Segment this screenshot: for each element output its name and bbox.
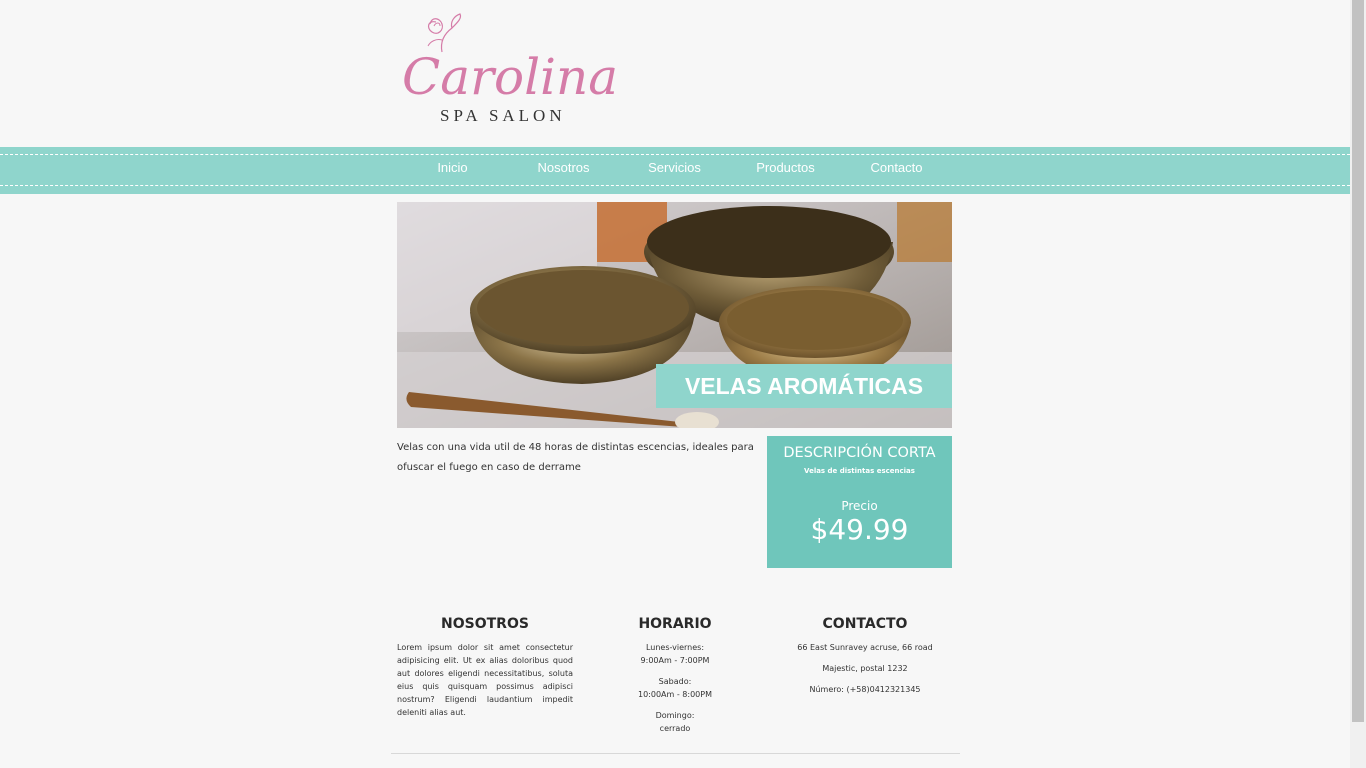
main-nav: Inicio Nosotros Servicios Productos Cont… [0, 147, 1350, 194]
schedule-hours: cerrado [659, 724, 691, 733]
site-logo[interactable]: Carolina SPA SALON [398, 12, 618, 130]
schedule-hours: 9:00Am - 7:00PM [640, 656, 710, 665]
contact-address: 66 East Sunravey acruse, 66 road [797, 643, 933, 652]
nav-item-productos[interactable]: Productos [730, 160, 841, 175]
contact-phone[interactable]: Número: (+58)0412321345 [776, 683, 954, 696]
contact-city: Majestic, postal 1232 [822, 664, 908, 673]
short-description-text: Velas de distintas escencias [804, 467, 915, 475]
footer-contacto: CONTACTO 66 East Sunravey acruse, 66 roa… [776, 616, 954, 704]
schedule-day: Lunes-viernes: [645, 643, 705, 652]
footer-nosotros-title: NOSOTROS [441, 616, 529, 632]
schedule-saturday: Sabado: 10:00Am - 8:00PM [600, 675, 750, 701]
price-box: DESCRIPCIÓN CORTA Velas de distintas esc… [767, 436, 952, 568]
footer-nosotros: NOSOTROS Lorem ipsum dolor sit amet cons… [397, 616, 573, 719]
schedule-hours: 10:00Am - 8:00PM [638, 690, 712, 699]
product-title: VELAS AROMÁTICAS [656, 364, 952, 408]
product-hero-image: VELAS AROMÁTICAS [397, 202, 952, 428]
logo-subtitle: SPA SALON [440, 106, 566, 125]
logo-name: Carolina [402, 48, 619, 106]
schedule-day: Domingo: [655, 711, 695, 720]
short-description-title: DESCRIPCIÓN CORTA [783, 445, 936, 461]
nav-item-nosotros[interactable]: Nosotros [508, 160, 619, 175]
nav-item-inicio[interactable]: Inicio [397, 160, 508, 175]
schedule-weekdays: Lunes-viernes: 9:00Am - 7:00PM [600, 641, 750, 667]
footer-contacto-title: CONTACTO [822, 616, 908, 632]
scrollbar-thumb[interactable] [1352, 0, 1364, 722]
footer-horario-title: HORARIO [638, 616, 712, 632]
product-description: Velas con una vida util de 48 horas de d… [397, 442, 754, 473]
page-scrollbar[interactable] [1350, 0, 1366, 768]
footer-divider [391, 753, 960, 754]
nav-item-contacto[interactable]: Contacto [841, 160, 952, 175]
price-value: $49.99 [810, 513, 909, 546]
footer-nosotros-text: Lorem ipsum dolor sit amet consectetur a… [397, 643, 573, 717]
nav-item-servicios[interactable]: Servicios [619, 160, 730, 175]
schedule-day: Sabado: [658, 677, 692, 686]
price-label: Precio [841, 499, 878, 513]
footer-horario: HORARIO Lunes-viernes: 9:00Am - 7:00PM S… [600, 616, 750, 743]
schedule-sunday: Domingo: cerrado [600, 709, 750, 735]
